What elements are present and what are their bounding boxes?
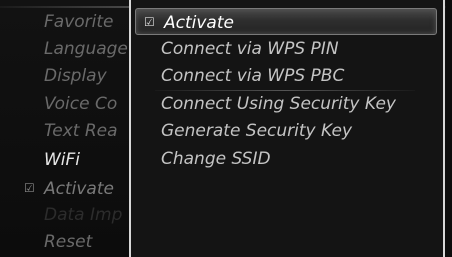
submenu-item-change-ssid[interactable]: Change SSID (161, 146, 271, 172)
checkmark-icon: ☑ (144, 15, 155, 29)
submenu-item-wps-pin[interactable]: Connect via WPS PIN (161, 36, 339, 62)
submenu-item-generate-security-key[interactable]: Generate Security Key (161, 118, 352, 144)
submenu-item-connect-security-key[interactable]: Connect Using Security Key (161, 91, 396, 117)
menu-item-language[interactable]: Language (44, 37, 134, 61)
menu-item-data-import: Data Imp (44, 205, 123, 225)
checkmark-icon: ☑ (24, 181, 35, 195)
wifi-submenu: ☑ Activate Connect via WPS PIN Connect vi… (129, 0, 445, 257)
menu-item-voice-control[interactable]: Voice Co (44, 92, 134, 116)
submenu-item-activate[interactable]: ☑ Activate (135, 8, 437, 35)
menu-item-activate-label: Activate (44, 179, 114, 199)
submenu-item-activate-label: Activate (164, 13, 234, 33)
right-edge (446, 0, 452, 257)
submenu-item-wps-pbc[interactable]: Connect via WPS PBC (161, 63, 344, 89)
menu-item-favorite[interactable]: Favorite (44, 10, 134, 34)
settings-menu: Favorite Language Display Voice Co Text … (0, 8, 135, 257)
wifi-settings-screen: Favorite Language Display Voice Co Text … (0, 0, 452, 257)
menu-item-reset[interactable]: Reset (44, 230, 134, 254)
menu-item-display[interactable]: Display (44, 64, 134, 88)
menu-item-wifi[interactable]: WiFi (44, 148, 134, 172)
menu-item-activate[interactable]: ☑ Activate (24, 176, 134, 200)
menu-item-text-reader[interactable]: Text Rea (44, 119, 134, 143)
